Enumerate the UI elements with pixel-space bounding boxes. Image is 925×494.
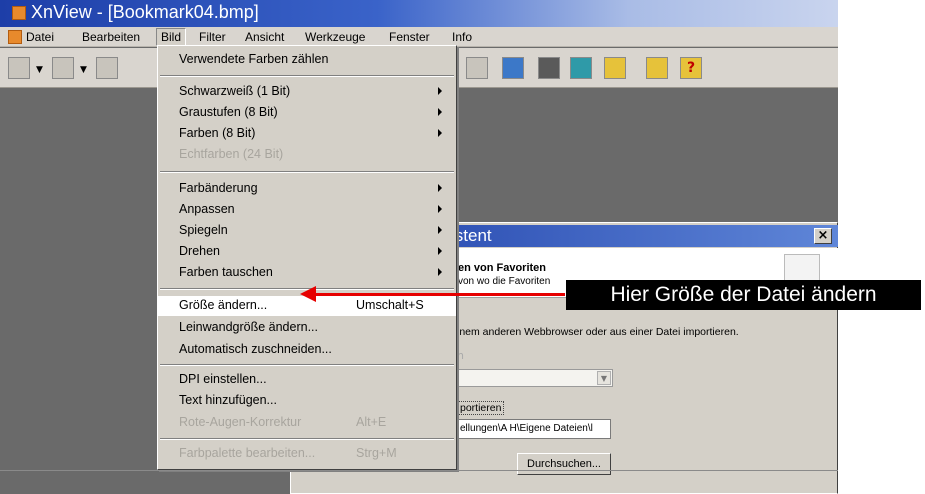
menu-item-label: Drehen <box>179 244 220 258</box>
dialog-title: istent <box>451 226 492 245</box>
dialog-subheading: von wo die Favoriten <box>458 276 551 287</box>
image-icon[interactable] <box>96 57 118 79</box>
menu-item-label: Graustufen (8 Bit) <box>179 105 278 119</box>
menu-separator <box>160 75 454 77</box>
bild-menu-dropdown: Verwendete Farben zählen Schwarzweiß (1 … <box>157 45 457 470</box>
menu-item-label: Größe ändern... <box>179 298 268 312</box>
menu-bild[interactable]: Bild <box>156 28 187 46</box>
menu-item-shortcut: Strg+M <box>356 446 397 460</box>
menu-item-label: Rote-Augen-Korrektur <box>179 415 302 429</box>
capture-icon[interactable] <box>604 57 626 79</box>
menu-item-mirror[interactable]: Spiegeln <box>158 221 456 241</box>
settings-icon[interactable] <box>646 57 668 79</box>
browser-icon[interactable] <box>8 57 30 79</box>
menu-item-truecolor: Echtfarben (24 Bit) <box>158 145 456 165</box>
menu-item-label: Verwendete Farben zählen <box>179 52 329 66</box>
app-icon <box>12 6 26 20</box>
file-path-field[interactable]: ellungen\A H\Eigene Dateien\l <box>457 419 611 439</box>
dialog-description: inem anderen Webbrowser oder aus einer D… <box>457 326 739 338</box>
annotation-arrow-line <box>305 293 565 296</box>
menu-werkzeuge[interactable]: Werkzeuge <box>305 30 365 44</box>
menu-item-label: Text hinzufügen... <box>179 393 277 407</box>
menu-item-set-dpi[interactable]: DPI einstellen... <box>158 370 456 390</box>
window-bottom-border <box>0 470 838 471</box>
menu-filter[interactable]: Filter <box>199 30 226 44</box>
menu-item-red-eye: Rote-Augen-Korrektur Alt+E <box>158 413 456 433</box>
menu-fenster[interactable]: Fenster <box>389 30 430 44</box>
menu-item-grayscale[interactable]: Graustufen (8 Bit) <box>158 103 456 123</box>
menu-item-label: Farbänderung <box>179 181 258 195</box>
submenu-arrow-icon <box>438 87 442 95</box>
menu-info[interactable]: Info <box>452 30 472 44</box>
menu-item-label: Automatisch zuschneiden... <box>179 342 332 356</box>
dialog-heading: en von Favoriten <box>458 262 547 274</box>
open-folder-icon[interactable] <box>52 57 74 79</box>
menu-item-label: Leinwandgröße ändern... <box>179 320 318 334</box>
menu-bearbeiten[interactable]: Bearbeiten <box>82 30 140 44</box>
help-icon[interactable]: ? <box>680 57 702 79</box>
menu-item-rotate[interactable]: Drehen <box>158 242 456 262</box>
annotation-label: Hier Größe der Datei ändern <box>566 280 921 310</box>
annotation-arrow-head <box>300 286 316 302</box>
menu-item-add-text[interactable]: Text hinzufügen... <box>158 391 456 411</box>
dropdown-arrow-icon[interactable]: ▼ <box>36 65 43 75</box>
scan-icon[interactable] <box>570 57 592 79</box>
menu-item-shortcut: Umschalt+S <box>356 298 424 312</box>
document-icon[interactable] <box>466 57 488 79</box>
chevron-down-icon[interactable]: ▼ <box>597 371 611 385</box>
menu-item-swap-colors[interactable]: Farben tauschen <box>158 263 456 283</box>
menu-item-color-change[interactable]: Farbänderung <box>158 179 456 199</box>
submenu-arrow-icon <box>438 226 442 234</box>
submenu-arrow-icon <box>438 247 442 255</box>
browse-button[interactable]: Durchsuchen... <box>517 453 611 475</box>
submenu-arrow-icon <box>438 129 442 137</box>
menu-item-label: Farben (8 Bit) <box>179 126 256 140</box>
menu-datei[interactable]: Datei <box>26 30 54 44</box>
menu-item-canvas-size[interactable]: Leinwandgröße ändern... <box>158 318 456 338</box>
menu-item-label: Spiegeln <box>179 223 228 237</box>
import-from-file-option[interactable]: portieren <box>457 401 505 415</box>
menu-separator <box>160 171 454 173</box>
menu-item-label: DPI einstellen... <box>179 372 267 386</box>
menu-item-colors-8bit[interactable]: Farben (8 Bit) <box>158 124 456 144</box>
menu-item-label: Schwarzweiß (1 Bit) <box>179 84 291 98</box>
menu-separator <box>160 364 454 366</box>
menu-separator <box>160 438 454 440</box>
dropdown-arrow-icon[interactable]: ▼ <box>80 65 87 75</box>
disabled-label: n <box>457 349 464 362</box>
menu-item-shortcut: Alt+E <box>356 415 387 429</box>
document-icon[interactable] <box>8 30 22 44</box>
window-title: XnView - [Bookmark04.bmp] <box>31 2 259 22</box>
submenu-arrow-icon <box>438 184 442 192</box>
menu-bar: Datei Bearbeiten Bild Filter Ansicht Wer… <box>0 27 838 47</box>
menu-item-label: Farbpalette bearbeiten... <box>179 446 316 460</box>
title-bar: XnView - [Bookmark04.bmp] <box>0 0 838 27</box>
browser-select[interactable]: ▼ <box>457 369 613 387</box>
submenu-arrow-icon <box>438 108 442 116</box>
close-icon[interactable]: × <box>814 228 832 244</box>
menu-item-adjust[interactable]: Anpassen <box>158 200 456 220</box>
menu-item-autocrop[interactable]: Automatisch zuschneiden... <box>158 340 456 360</box>
app-window: XnView - [Bookmark04.bmp] Datei Bearbeit… <box>0 0 838 494</box>
menu-item-label: Farben tauschen <box>179 265 273 279</box>
menu-item-bw-1bit[interactable]: Schwarzweiß (1 Bit) <box>158 82 456 102</box>
menu-ansicht[interactable]: Ansicht <box>245 30 284 44</box>
menu-item-label: Echtfarben (24 Bit) <box>179 147 284 161</box>
menu-item-count-colors[interactable]: Verwendete Farben zählen <box>158 50 456 70</box>
submenu-arrow-icon <box>438 205 442 213</box>
print-icon[interactable] <box>538 57 560 79</box>
menu-item-edit-palette: Farbpalette bearbeiten... Strg+M <box>158 444 456 464</box>
fullscreen-icon[interactable] <box>502 57 524 79</box>
menu-item-label: Anpassen <box>179 202 235 216</box>
submenu-arrow-icon <box>438 268 442 276</box>
